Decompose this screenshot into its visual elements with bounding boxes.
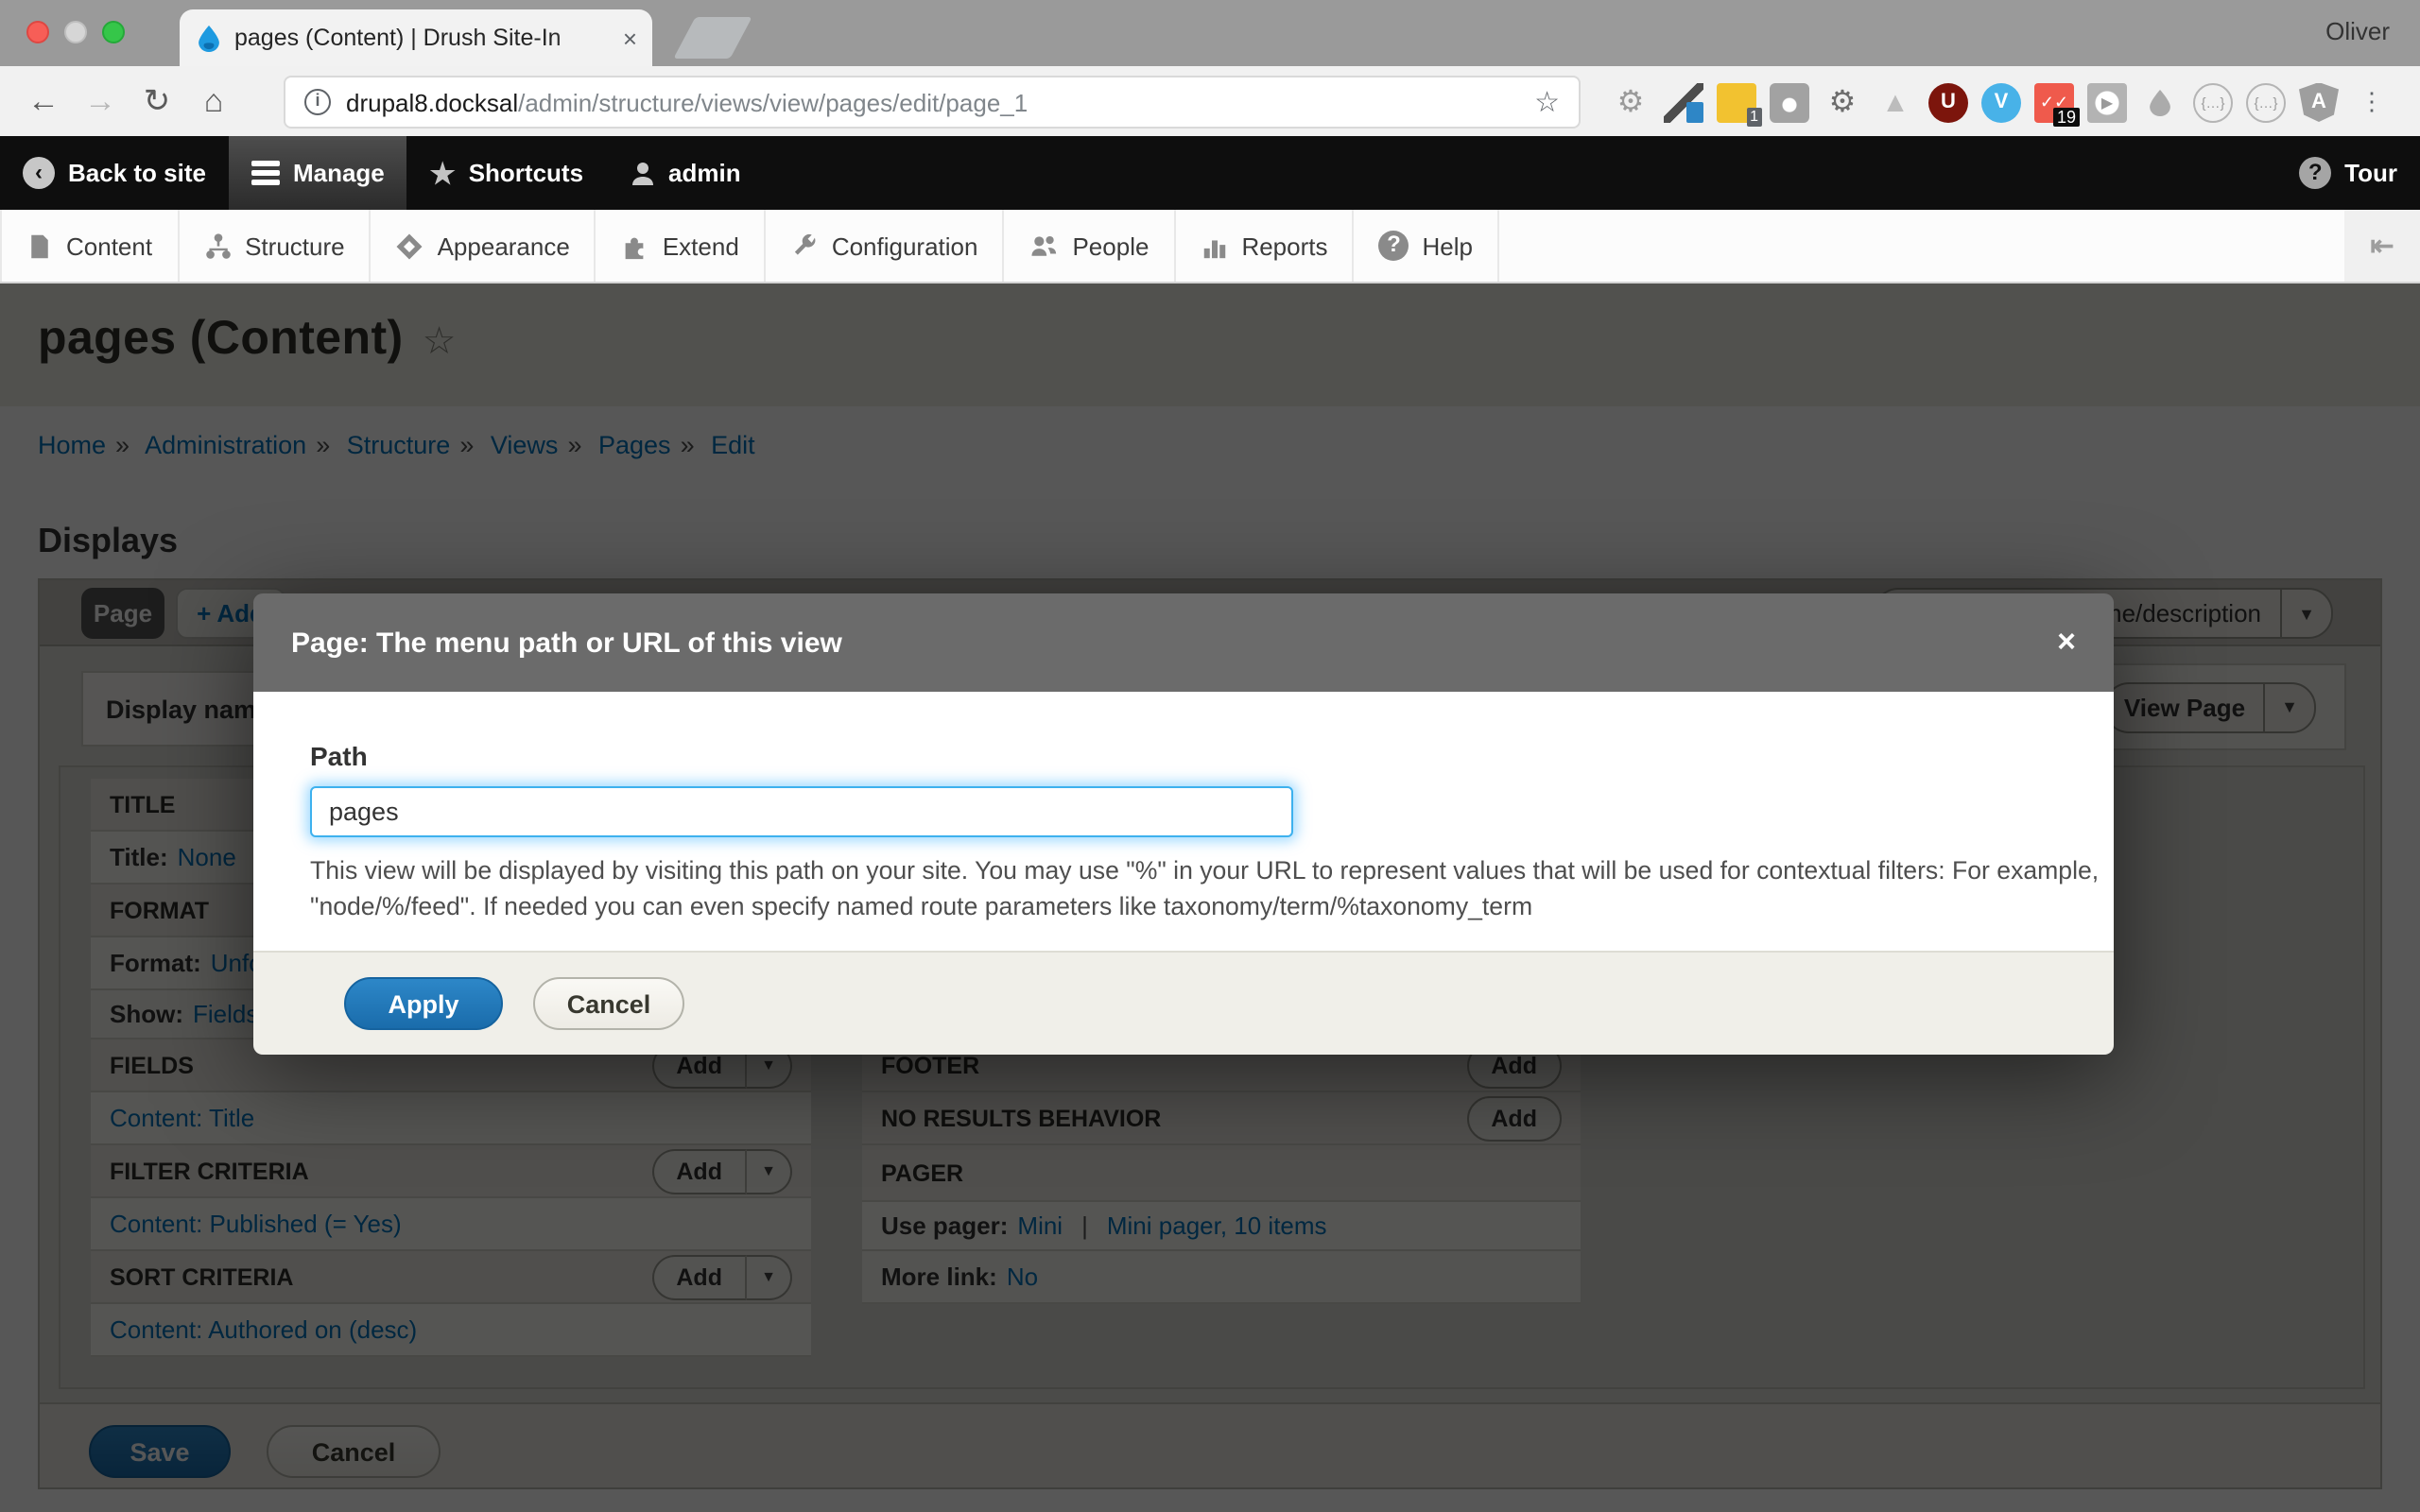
screen: pages (Content) | Drush Site-In × Oliver… [0,0,2420,1512]
browser-tab-strip: pages (Content) | Drush Site-In × Oliver [0,0,2420,66]
extension-badge: 19 [2053,107,2080,126]
drupal-extension-icon[interactable] [2140,82,2180,122]
modal-footer: Apply Cancel [253,951,2114,1055]
question-circle-icon: ? [2299,157,2331,189]
toolbar-collapse-button[interactable]: ⇤ [2344,210,2420,282]
url-host: drupal8.docksal [346,88,518,116]
bar-chart-icon [1200,232,1228,260]
admin-user-button[interactable]: admin [606,136,764,210]
menu-item-appearance[interactable]: Appearance [372,210,596,282]
menu-item-extend[interactable]: Extend [596,210,766,282]
person-icon [629,160,655,186]
sitemap-icon [203,232,232,260]
home-icon[interactable]: ⌂ [185,82,242,120]
document-icon [26,232,53,260]
apply-button[interactable]: Apply [344,977,503,1030]
path-input[interactable] [310,786,1293,837]
json-viewer-extension-icon[interactable]: {…} [2193,82,2233,122]
gear-extension-icon[interactable]: ⚙ [1611,82,1651,122]
browser-profile-name[interactable]: Oliver [2325,17,2390,45]
window-close-button[interactable] [26,21,49,43]
new-tab-button[interactable] [673,17,752,59]
drupal-admin-toolbar: ‹ Back to site Manage ★ Shortcuts admin … [0,136,2420,210]
reload-icon[interactable]: ↻ [129,82,185,120]
path-label: Path [310,741,2057,771]
menu-item-content[interactable]: Content [0,210,179,282]
menu-item-help[interactable]: ? Help [1355,210,1500,282]
todo-extension-icon[interactable]: ✓✓19 [2034,82,2074,122]
paintbrush-icon [396,232,424,260]
angular-extension-icon[interactable]: A [2299,82,2339,122]
ublock-extension-icon[interactable]: U [1928,82,1968,122]
close-icon[interactable]: × [2057,624,2076,662]
page-info-icon[interactable]: i [304,89,331,115]
menu-item-structure[interactable]: Structure [179,210,372,282]
menu-item-configuration[interactable]: Configuration [766,210,1005,282]
window-zoom-button[interactable] [102,21,125,43]
menu-item-reports[interactable]: Reports [1175,210,1354,282]
colorpicker-extension-icon[interactable] [1664,82,1703,122]
modal-cancel-button[interactable]: Cancel [533,977,684,1030]
extension-icons: ⚙ 1 ⚙ ▲ U V ✓✓19 ▶ {…} {…} A ⋮ [1611,76,2392,129]
session-manager-extension-icon[interactable]: 1 [1717,82,1756,122]
drupal-admin-menu: Content Structure Appearance Extend Conf… [0,210,2420,284]
hamburger-icon [251,157,280,189]
modal-body: Path This view will be displayed by visi… [253,692,2114,951]
puzzle-icon [621,232,649,260]
drupal-favicon [195,24,223,52]
modal-title: Page: The menu path or URL of this view [291,627,842,659]
bookmark-star-icon[interactable]: ☆ [1534,85,1560,119]
modal-header: Page: The menu path or URL of this view … [253,593,2114,692]
tour-button[interactable]: ? Tour [2276,136,2420,210]
url-path: /admin/structure/views/view/pages/edit/p… [518,88,1534,116]
star-icon: ★ [430,156,456,190]
tab-title: pages (Content) | Drush Site-In [234,25,612,51]
back-icon[interactable]: ← [15,82,72,120]
camera-extension-icon[interactable] [1770,82,1809,122]
path-modal: Page: The menu path or URL of this view … [253,593,2114,1055]
path-help-text: This view will be displayed by visiting … [310,854,2110,924]
manage-button[interactable]: Manage [229,136,407,210]
shortcuts-button[interactable]: ★ Shortcuts [407,136,606,210]
vue-extension-icon[interactable]: V [1981,82,2021,122]
question-circle-icon: ? [1379,231,1409,261]
tab-close-icon[interactable]: × [623,24,637,52]
extension-badge: 1 [1746,107,1762,126]
browser-menu-icon[interactable]: ⋮ [2352,82,2392,122]
chevron-left-circle-icon: ‹ [23,157,55,189]
window-minimize-button[interactable] [64,21,87,43]
dark-gear-extension-icon[interactable]: ⚙ [1823,82,1862,122]
json-formatter-extension-icon[interactable]: {…} [2246,82,2286,122]
video-player-extension-icon[interactable]: ▶ [2087,82,2127,122]
browser-tab[interactable]: pages (Content) | Drush Site-In × [180,9,652,66]
url-bar[interactable]: i drupal8.docksal /admin/structure/views… [284,76,1581,129]
menu-item-people[interactable]: People [1004,210,1175,282]
back-to-site-button[interactable]: ‹ Back to site [0,136,229,210]
people-icon [1028,232,1059,260]
drive-extension-icon[interactable]: ▲ [1876,82,1915,122]
wrench-icon [790,232,819,260]
forward-icon[interactable]: → [72,82,129,120]
